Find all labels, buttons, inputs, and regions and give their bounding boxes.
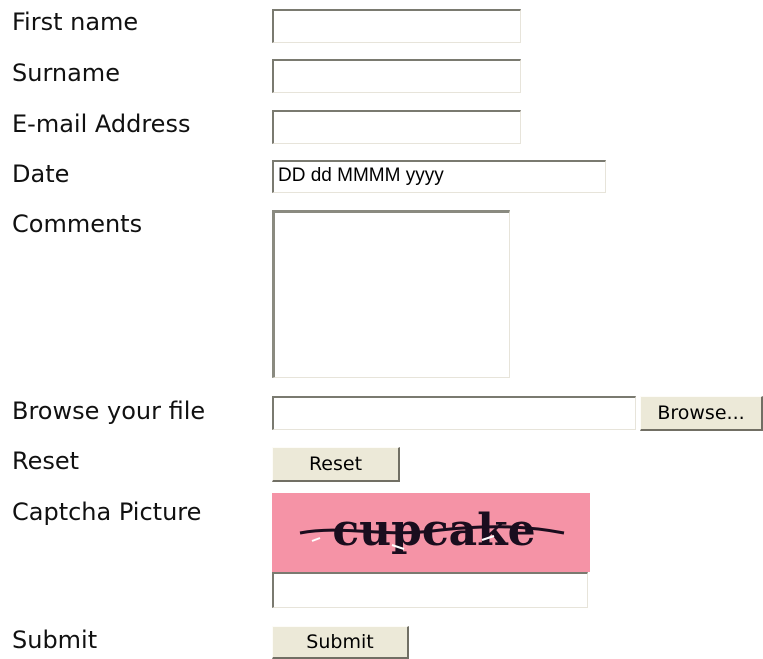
comments-label: Comments xyxy=(12,210,143,238)
captcha-label: Captcha Picture xyxy=(12,498,202,526)
captcha-input[interactable] xyxy=(272,572,588,608)
submit-button[interactable]: Submit xyxy=(272,626,409,659)
file-label: Browse your file xyxy=(12,397,206,425)
comments-textarea[interactable] xyxy=(272,210,510,378)
first-name-label: First name xyxy=(12,8,139,36)
submit-label: Submit xyxy=(12,626,98,654)
browse-button[interactable]: Browse... xyxy=(640,396,763,431)
captcha-image: cupcake xyxy=(272,493,590,572)
surname-input[interactable] xyxy=(272,59,521,93)
surname-label: Surname xyxy=(12,59,120,87)
email-label: E-mail Address xyxy=(12,110,191,138)
reset-button[interactable]: Reset xyxy=(272,447,400,482)
first-name-input[interactable] xyxy=(272,9,521,43)
email-input[interactable] xyxy=(272,110,521,144)
date-label: Date xyxy=(12,160,70,188)
reset-label: Reset xyxy=(12,447,80,475)
date-input[interactable]: DD dd MMMM yyyy xyxy=(272,160,606,193)
file-path-input[interactable] xyxy=(272,396,636,430)
